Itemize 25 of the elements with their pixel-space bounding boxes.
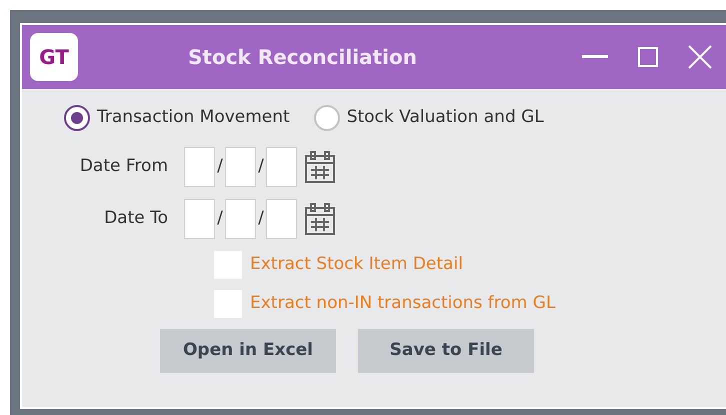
input-field[interactable] [225, 199, 256, 239]
action-button[interactable]: Save to File [358, 329, 534, 373]
close-icon[interactable] [688, 45, 712, 69]
field-label: Date To [103, 207, 169, 230]
calendar-icon[interactable] [304, 202, 336, 236]
separator: / [257, 207, 265, 230]
input-field[interactable] [266, 147, 297, 187]
input-field[interactable] [184, 199, 215, 239]
app-logo: GT [30, 33, 78, 81]
separator: / [216, 207, 224, 230]
window-title: Stock Reconciliation [188, 44, 417, 71]
radio-label[interactable]: Stock Valuation and GL [346, 105, 544, 131]
radio-label[interactable]: Transaction Movement [97, 105, 290, 131]
input-field[interactable] [225, 147, 256, 187]
maximize-icon[interactable] [638, 47, 658, 67]
action-button[interactable]: Open in Excel [160, 329, 336, 373]
input-field[interactable] [266, 199, 297, 239]
calendar-icon[interactable] [304, 150, 336, 184]
field-label: Date From [78, 155, 169, 178]
minimize-icon[interactable] [582, 55, 608, 59]
input-field[interactable] [184, 147, 215, 187]
radio-button[interactable] [64, 105, 90, 131]
separator: / [257, 155, 265, 178]
separator: / [216, 155, 224, 178]
radio-button[interactable] [314, 105, 340, 131]
